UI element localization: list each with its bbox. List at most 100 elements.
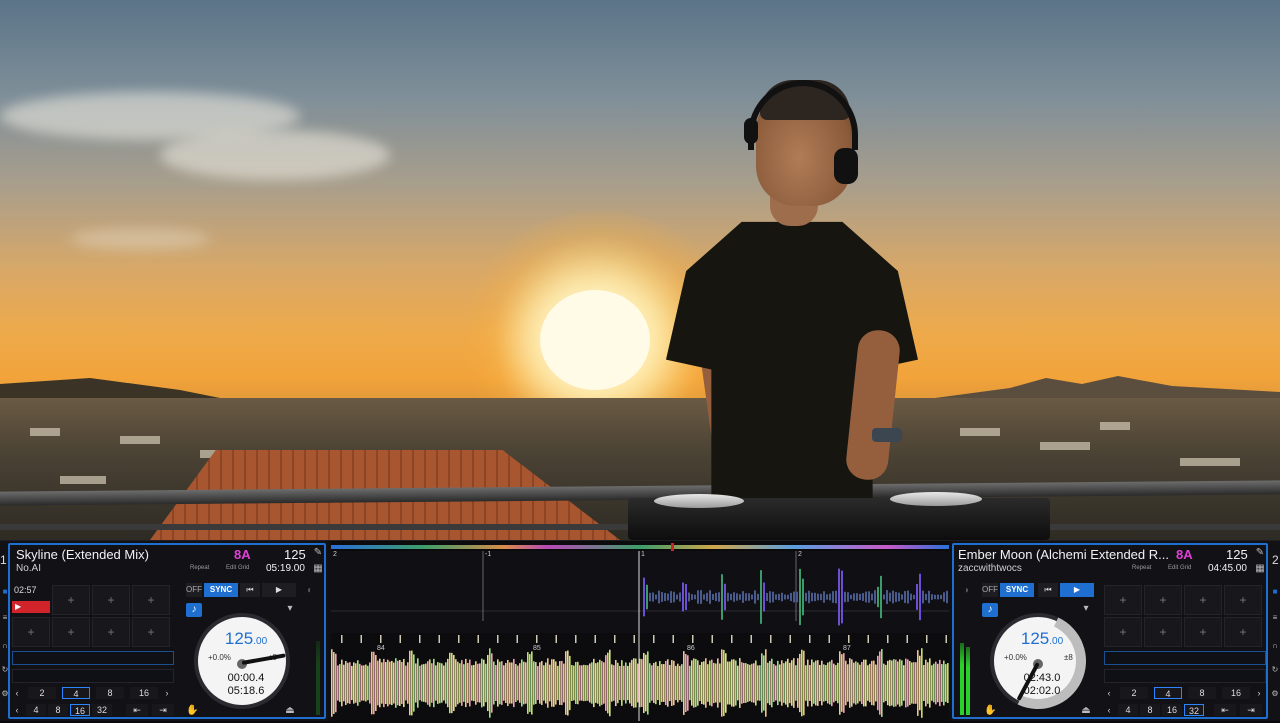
sync-off-button[interactable]: OFF (982, 583, 998, 597)
chevron-left-icon[interactable]: ‹ (1104, 704, 1114, 716)
sampler-slot[interactable] (1104, 651, 1266, 665)
pencil-icon[interactable]: ✎ (312, 547, 324, 559)
waveform-bar (421, 664, 423, 702)
hot-cue-pad[interactable]: + (52, 617, 90, 647)
hot-cue-pad[interactable]: + (1104, 585, 1142, 615)
eject-icon[interactable]: ⏏ (284, 705, 296, 717)
beat-jump-button[interactable]: 16 (1162, 704, 1182, 716)
sync-button[interactable]: SYNC (1000, 583, 1034, 597)
beat-tick (341, 635, 343, 643)
chevron-left-icon[interactable]: ‹ (12, 687, 22, 699)
loop-size-button[interactable]: 2 (28, 687, 56, 699)
slip-icon[interactable]: ✋ (984, 705, 996, 717)
beat-jump-button[interactable]: 8 (48, 704, 68, 716)
deck-left-waveform-zoom[interactable] (331, 551, 949, 633)
chevron-right-icon[interactable]: › (162, 687, 172, 699)
hot-cue-pad[interactable]: + (1144, 617, 1182, 647)
waveform-bar (743, 662, 745, 704)
sync-button[interactable]: SYNC (204, 583, 238, 597)
shield-icon[interactable]: ■ (0, 587, 10, 599)
jump-back-button[interactable]: ⇤ (1214, 704, 1236, 716)
edit-grid-button[interactable]: Edit Grid (226, 565, 249, 571)
chevron-left-icon[interactable]: ‹ (1104, 687, 1114, 699)
beat-jump-button[interactable]: 32 (92, 704, 112, 716)
hot-cue-pad[interactable]: + (92, 585, 130, 615)
waveform-bar (419, 665, 421, 701)
key-lock-button[interactable]: ♪ (186, 603, 202, 617)
menu-icon[interactable]: ≡ (0, 613, 10, 625)
sampler-slot[interactable] (12, 669, 174, 683)
hot-cue-pad[interactable]: + (92, 617, 130, 647)
grid-icon[interactable]: ▦ (312, 563, 324, 575)
waveform-bar (359, 663, 361, 703)
play-button[interactable]: ▶ (1060, 583, 1094, 597)
waveform-bar (409, 650, 411, 716)
headphones-icon[interactable]: ∩ (1270, 641, 1280, 653)
sampler-slot[interactable] (12, 651, 174, 665)
beat-jump-button[interactable]: 4 (1118, 704, 1138, 716)
waveform-bar (587, 665, 589, 701)
repeat-button[interactable]: Repeat (1132, 565, 1151, 571)
hot-cue-pad[interactable]: + (1224, 617, 1262, 647)
cue-button[interactable]: ⏮ (240, 583, 260, 597)
chevron-right-icon[interactable]: › (1254, 687, 1264, 699)
deck-right-waveform-zoom[interactable] (331, 633, 949, 721)
menu-icon[interactable]: ≡ (1270, 613, 1280, 625)
loop-size-button[interactable]: 8 (1188, 687, 1216, 699)
repeat-button[interactable]: Repeat (190, 565, 209, 571)
edit-grid-button[interactable]: Edit Grid (1168, 565, 1191, 571)
slip-icon[interactable]: ✋ (186, 705, 198, 717)
loop-size-button[interactable]: 4 (62, 687, 90, 699)
jump-forward-button[interactable]: ⇥ (152, 704, 174, 716)
loop-size-button[interactable]: 4 (1154, 687, 1182, 699)
chevron-left-icon[interactable]: ‹ (12, 704, 22, 716)
shield-icon[interactable]: ■ (1270, 587, 1280, 599)
sampler-slot[interactable] (1104, 669, 1266, 683)
pitch-knob-icon[interactable]: ◐ (304, 585, 316, 597)
settings-icon[interactable]: ⚙ (1270, 689, 1280, 701)
grid-icon[interactable]: ▦ (1254, 563, 1266, 575)
jog-wheel[interactable]: 125.00 +0.0% ±8 02:43.0 02:02.0 (976, 599, 1100, 723)
waveform-bar (463, 664, 465, 702)
waveform-bar (695, 658, 697, 708)
loop-size-button[interactable]: 16 (130, 687, 158, 699)
beat-jump-button[interactable]: 4 (26, 704, 46, 716)
jog-wheel[interactable]: 125.00 +0.0% ±8 00:00.4 05:18.6 (194, 613, 290, 709)
beat-jump-button[interactable]: 8 (1140, 704, 1160, 716)
loop-size-button[interactable]: 8 (96, 687, 124, 699)
cue-button[interactable]: ⏮ (1038, 583, 1058, 597)
key-lock-button[interactable]: ♪ (982, 603, 998, 617)
hot-cue-pad[interactable]: + (1144, 585, 1182, 615)
hot-cue-pad[interactable]: + (1184, 617, 1222, 647)
loop-icon[interactable]: ↻ (0, 665, 10, 677)
hot-cue-pad[interactable]: + (132, 585, 170, 615)
loop-size-button[interactable]: 16 (1222, 687, 1250, 699)
dropdown-icon[interactable]: ▾ (1080, 603, 1092, 615)
pitch-knob-icon[interactable]: ◑ (960, 585, 972, 597)
jump-back-button[interactable]: ⇤ (126, 704, 148, 716)
waveform-bar (765, 649, 767, 717)
hot-cue-pad[interactable]: + (52, 585, 90, 615)
hot-cue-pad[interactable]: + (1104, 617, 1142, 647)
headphones-icon[interactable]: ∩ (0, 641, 10, 653)
beat-jump-button[interactable]: 32 (1184, 704, 1204, 716)
hot-cue-pad[interactable]: + (132, 617, 170, 647)
eject-icon[interactable]: ⏏ (1080, 705, 1092, 717)
sync-off-button[interactable]: OFF (186, 583, 202, 597)
dropdown-icon[interactable]: ▾ (284, 603, 296, 615)
hot-cue-pad[interactable]: + (1224, 585, 1262, 615)
waveform-bar (777, 660, 779, 706)
loop-size-button[interactable]: 2 (1120, 687, 1148, 699)
waveform-bar (859, 664, 861, 702)
pencil-icon[interactable]: ✎ (1254, 547, 1266, 559)
waveform-bar (441, 663, 443, 703)
waveform-bar (561, 660, 563, 706)
track-overview[interactable] (331, 543, 949, 551)
hot-cue-pad[interactable]: + (12, 617, 50, 647)
loop-icon[interactable]: ↻ (1270, 665, 1280, 677)
beat-jump-button[interactable]: 16 (70, 704, 90, 716)
jump-forward-button[interactable]: ⇥ (1240, 704, 1262, 716)
settings-icon[interactable]: ⚙ (0, 689, 10, 701)
play-button[interactable]: ▶ (262, 583, 296, 597)
hot-cue-pad[interactable]: + (1184, 585, 1222, 615)
